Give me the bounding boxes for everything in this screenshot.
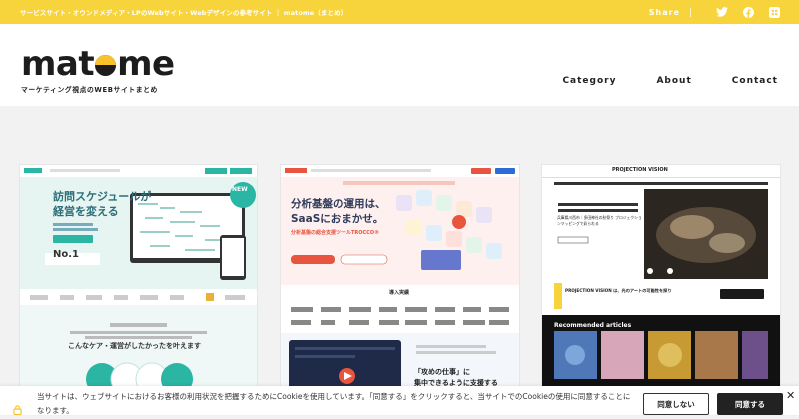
logo-text-after: me [117,44,175,84]
card3-recommended: Recommended articles [554,322,632,329]
card3-news-title: 兵庫県川西市｜多田神社の秋祭り プロジェクションマッピングで彩られる [557,215,642,226]
lock-icon [13,400,22,416]
card3-banner: PROJECTION VISION は、光のアートの可能性を探り [565,288,672,293]
site-tagline: サービスサイト・オウンドメディア・LPのWebサイト・Webデザインの参考サイト… [20,9,348,17]
nav-category[interactable]: Category [562,76,616,86]
card2-headline: 分析基盤の運用は、 SaaSにおまかせ。 [291,198,386,225]
nav-contact[interactable]: Contact [732,76,778,86]
agree-button[interactable]: 同意する [717,393,783,415]
deny-button[interactable]: 同意しない [643,393,709,415]
card2-section: 導入実績 [389,290,410,296]
facebook-icon[interactable] [741,5,755,19]
site-card-grid: 訪問スケジュールが 経営を変える NEW No.1 こんなケア・運営がしたかった… [20,165,780,415]
cookie-message: 当サイトは、ウェブサイトにおけるお客様の利用状況を把握するためにCookieを使… [37,392,631,415]
top-announcement-bar: サービスサイト・オウンドメディア・LPのWebサイト・Webデザインの参考サイト… [0,0,799,24]
share-bar: Share [649,5,781,19]
main-nav: Category About Contact [562,76,778,86]
close-icon[interactable]: ✕ [786,389,795,402]
logo-dot-icon [95,54,117,76]
nav-about[interactable]: About [656,76,691,86]
site-thumbnail-image [542,165,780,405]
card3-logo: PROJECTION VISION [612,167,668,173]
site-header: mat me マーケティング視点のWEBサイトまとめ Category About… [0,24,799,106]
share-label: Share [649,7,691,17]
cookie-consent-banner: 当サイトは、ウェブサイトにおけるお客様の利用状況を把握するためにCookieを使… [0,386,799,416]
logo-text-before: mat [21,44,95,84]
card1-rank: No.1 [53,249,79,260]
card1-tagline: こんなケア・運営がしたかったを叶えます [68,342,201,350]
card1-headline: 訪問スケジュールが 経営を変える [53,190,152,218]
logo-subtitle: マーケティング視点のWEBサイトまとめ [21,86,158,94]
card2-subline: 分析基盤の総合支援ツールTROCCO® [291,230,380,236]
site-logo[interactable]: mat me マーケティング視点のWEBサイトまとめ [21,47,175,94]
twitter-icon[interactable] [715,5,729,19]
logo-wordmark: mat me [21,47,175,81]
feedly-icon[interactable] [767,5,781,19]
site-card[interactable]: PROJECTION VISION 兵庫県川西市｜多田神社の秋祭り プロジェクシ… [542,165,780,405]
card1-badge: NEW [232,186,248,193]
site-card[interactable]: 分析基盤の運用は、 SaaSにおまかせ。 分析基盤の総合支援ツールTROCCO®… [281,165,519,405]
site-card[interactable]: 訪問スケジュールが 経営を変える NEW No.1 こんなケア・運営がしたかった… [20,165,257,405]
